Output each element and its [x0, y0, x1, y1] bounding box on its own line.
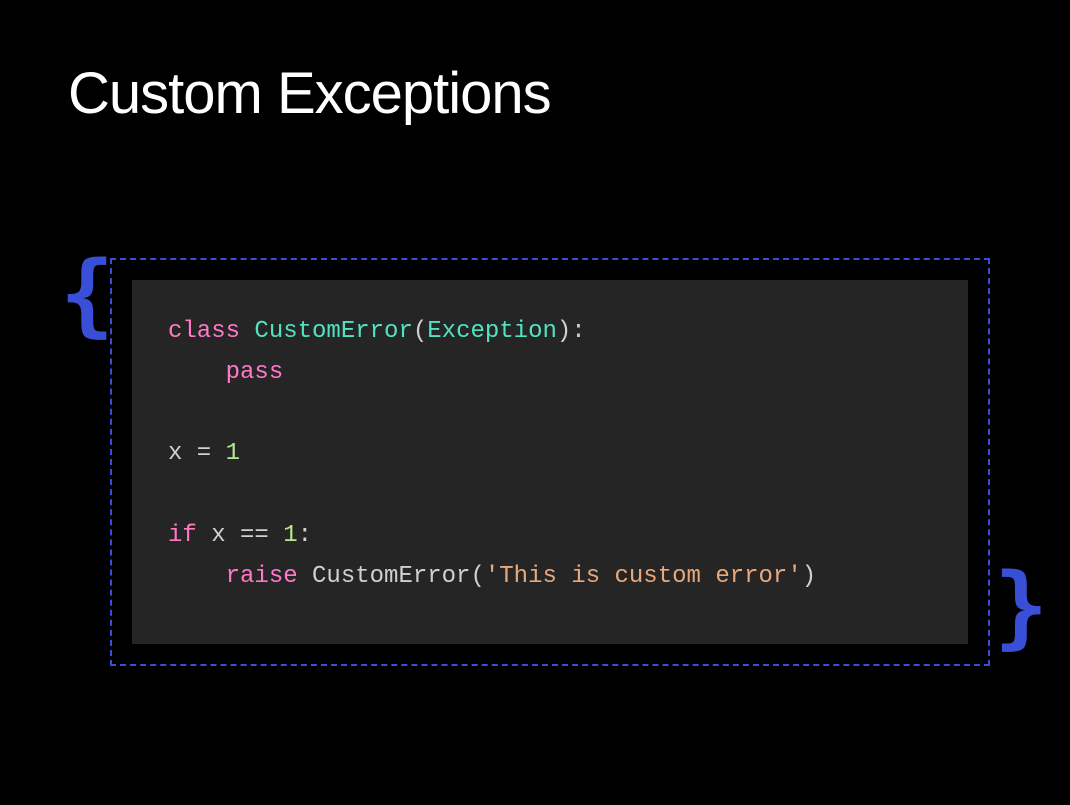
space	[269, 522, 283, 549]
colon: :	[571, 318, 585, 345]
rparen: )	[802, 563, 816, 590]
code-line-4: if x == 1:	[168, 516, 932, 557]
code-box: class CustomError(Exception): pass x = 1…	[132, 280, 968, 644]
code-line-2: pass	[168, 353, 932, 394]
string-literal: 'This is custom error'	[485, 563, 802, 590]
assign-op: =	[182, 440, 225, 467]
keyword-if: if	[168, 522, 197, 549]
indent	[168, 353, 226, 394]
code-line-5: raise CustomError('This is custom error'…	[168, 557, 932, 598]
number-literal: 1	[283, 522, 297, 549]
space	[226, 522, 240, 549]
variable-x: x	[168, 440, 182, 467]
lparen: (	[470, 563, 484, 590]
code-container: class CustomError(Exception): pass x = 1…	[110, 258, 990, 666]
brace-right-decoration: }	[994, 554, 1048, 659]
code-line-blank2	[168, 475, 932, 516]
keyword-class: class	[168, 318, 240, 345]
brace-left-decoration: {	[60, 242, 114, 347]
base-class: Exception	[427, 318, 557, 345]
rparen: )	[557, 318, 571, 345]
variable-x: x	[211, 522, 225, 549]
eq-op: ==	[240, 522, 269, 549]
keyword-pass: pass	[226, 359, 284, 386]
code-line-3: x = 1	[168, 434, 932, 475]
space	[298, 563, 312, 590]
indent	[168, 557, 226, 598]
lparen: (	[413, 318, 427, 345]
space	[197, 522, 211, 549]
slide-title: Custom Exceptions	[68, 60, 551, 127]
colon: :	[298, 522, 312, 549]
keyword-raise: raise	[226, 563, 298, 590]
code-line-1: class CustomError(Exception):	[168, 312, 932, 353]
code-line-blank1	[168, 394, 932, 435]
class-name: CustomError	[254, 318, 412, 345]
call-name: CustomError	[312, 563, 470, 590]
number-literal: 1	[226, 440, 240, 467]
